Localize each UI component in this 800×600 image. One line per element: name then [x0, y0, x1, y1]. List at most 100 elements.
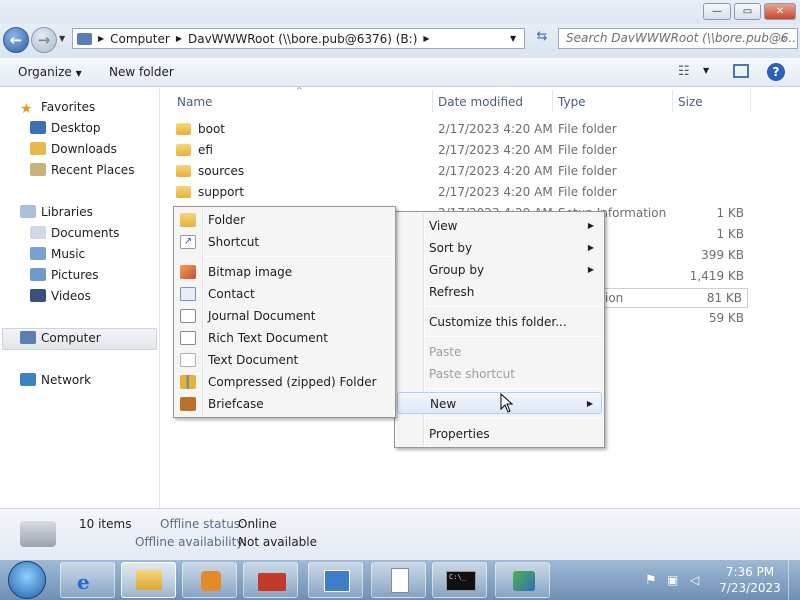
- computer-icon: [20, 331, 36, 344]
- organize-label: Organize: [18, 65, 72, 79]
- nav-pictures-label: Pictures: [51, 268, 99, 282]
- column-divider[interactable]: [552, 90, 553, 112]
- volume-muted-icon[interactable]: ◁: [690, 573, 699, 587]
- network-status-icon[interactable]: ▣: [667, 573, 678, 587]
- command-bar: Organize ▼ New folder ☷ ▼ ?: [0, 58, 800, 87]
- taskbar-document[interactable]: [371, 562, 426, 598]
- back-button[interactable]: ←: [3, 27, 29, 53]
- taskbar-network-app[interactable]: [495, 562, 550, 598]
- pictures-icon: [30, 268, 46, 281]
- taskbar-media-player[interactable]: [182, 562, 237, 598]
- folder-icon: [176, 165, 191, 177]
- chevron-right-icon[interactable]: ▶: [98, 34, 104, 43]
- taskbar-explorer[interactable]: [121, 562, 176, 598]
- menu-label: Compressed (zipped) Folder: [208, 375, 377, 389]
- nav-network-label: Network: [41, 373, 92, 387]
- show-desktop-button[interactable]: [788, 560, 800, 600]
- menu-item-group-by[interactable]: Group by ▶: [397, 259, 602, 281]
- new-item-shortcut[interactable]: ↗ Shortcut: [176, 231, 393, 253]
- network-app-icon: [513, 571, 535, 591]
- text-document-icon: [180, 353, 196, 367]
- new-folder-button[interactable]: New folder: [109, 65, 174, 79]
- refresh-icon[interactable]: ⇆: [530, 29, 554, 49]
- nav-network[interactable]: Network: [20, 373, 91, 387]
- taskbar-internet-explorer[interactable]: e: [60, 562, 115, 598]
- column-date[interactable]: Date modified: [438, 95, 523, 109]
- menu-item-refresh[interactable]: Refresh: [397, 281, 602, 303]
- new-item-contact[interactable]: Contact: [176, 283, 393, 305]
- column-type[interactable]: Type: [558, 95, 586, 109]
- breadcrumb-drive[interactable]: DavWWWRoot (\\bore.pub@6376) (B:): [188, 32, 417, 46]
- new-item-journal[interactable]: Journal Document: [176, 305, 393, 327]
- file-size: 1 KB: [716, 227, 744, 241]
- column-divider[interactable]: [672, 90, 673, 112]
- views-dropdown-icon[interactable]: ▼: [703, 66, 709, 75]
- start-button[interactable]: [8, 561, 46, 599]
- new-item-text[interactable]: Text Document: [176, 349, 393, 371]
- file-date: 2/17/2023 4:20 AM: [438, 185, 553, 199]
- address-bar[interactable]: ▶ Computer ▶ DavWWWRoot (\\bore.pub@6376…: [72, 28, 525, 49]
- minimize-button[interactable]: —: [703, 3, 731, 20]
- breadcrumb-computer[interactable]: Computer: [110, 32, 170, 46]
- menu-label: Text Document: [208, 353, 299, 367]
- journal-icon: [180, 309, 196, 323]
- nav-downloads[interactable]: Downloads: [30, 142, 117, 156]
- chevron-right-icon[interactable]: ▶: [176, 34, 182, 43]
- new-item-briefcase[interactable]: Briefcase: [176, 393, 393, 415]
- submenu-arrow-icon: ▶: [587, 265, 594, 274]
- column-divider[interactable]: [750, 90, 751, 112]
- offline-status-value: Online: [238, 517, 277, 531]
- help-icon[interactable]: ?: [767, 63, 785, 81]
- folder-icon: [176, 144, 191, 156]
- menu-item-view[interactable]: View ▶: [397, 215, 602, 237]
- nav-videos[interactable]: Videos: [30, 289, 91, 303]
- media-player-icon: [201, 571, 221, 591]
- taskbar-command-prompt[interactable]: C:\_: [432, 562, 487, 598]
- column-divider[interactable]: [432, 90, 433, 112]
- nav-music[interactable]: Music: [30, 247, 85, 261]
- flag-icon[interactable]: ⚑: [645, 573, 657, 588]
- table-row[interactable]: efi 2/17/2023 4:20 AM File folder: [176, 143, 756, 163]
- close-button[interactable]: ✕: [764, 3, 796, 20]
- address-dropdown-icon[interactable]: ▼: [510, 34, 516, 43]
- menu-item-customize[interactable]: Customize this folder...: [397, 311, 602, 333]
- taskbar-control-panel[interactable]: [308, 562, 363, 598]
- desktop-icon: [30, 121, 46, 134]
- menu-item-properties[interactable]: Properties: [397, 423, 602, 445]
- nav-pictures[interactable]: Pictures: [30, 268, 99, 282]
- search-input[interactable]: Search DavWWWRoot (\\bore.pub@6...: [558, 28, 798, 49]
- nav-computer[interactable]: Computer: [20, 331, 101, 345]
- nav-libraries[interactable]: Libraries: [20, 205, 93, 219]
- menu-separator: [425, 336, 602, 337]
- new-item-bitmap[interactable]: Bitmap image: [176, 261, 393, 283]
- briefcase-icon: [180, 397, 196, 411]
- nav-favorites[interactable]: ★ Favorites: [20, 100, 95, 117]
- menu-label: Folder: [208, 213, 246, 227]
- downloads-icon: [30, 142, 46, 155]
- table-row[interactable]: support 2/17/2023 4:20 AM File folder: [176, 185, 756, 205]
- menu-item-sort-by[interactable]: Sort by ▶: [397, 237, 602, 259]
- taskbar-toolbox[interactable]: [243, 562, 298, 598]
- preview-pane-icon[interactable]: [733, 64, 749, 78]
- file-name: support: [198, 185, 245, 199]
- organize-button[interactable]: Organize ▼: [18, 65, 82, 79]
- clock[interactable]: 7:36 PM 7/23/2023: [718, 564, 782, 596]
- control-panel-icon: [324, 570, 350, 592]
- maximize-button[interactable]: ▭: [734, 3, 761, 20]
- column-size[interactable]: Size: [678, 95, 703, 109]
- nav-desktop[interactable]: Desktop: [30, 121, 101, 135]
- chevron-right-icon[interactable]: ▶: [423, 34, 429, 43]
- views-icon[interactable]: ☷: [678, 64, 690, 79]
- explorer-icon: [136, 570, 162, 590]
- column-name[interactable]: Name: [177, 95, 212, 109]
- nav-recent-places[interactable]: Recent Places: [30, 163, 134, 177]
- clock-time: 7:36 PM: [725, 565, 775, 579]
- table-row[interactable]: boot 2/17/2023 4:20 AM File folder: [176, 122, 756, 142]
- table-row[interactable]: sources 2/17/2023 4:20 AM File folder: [176, 164, 756, 184]
- recent-pages-icon[interactable]: ▼: [59, 34, 65, 43]
- new-item-zip[interactable]: Compressed (zipped) Folder: [176, 371, 393, 393]
- new-item-rtf[interactable]: Rich Text Document: [176, 327, 393, 349]
- nav-documents[interactable]: Documents: [30, 226, 119, 240]
- new-item-folder[interactable]: Folder: [176, 209, 393, 231]
- forward-button[interactable]: →: [31, 27, 57, 53]
